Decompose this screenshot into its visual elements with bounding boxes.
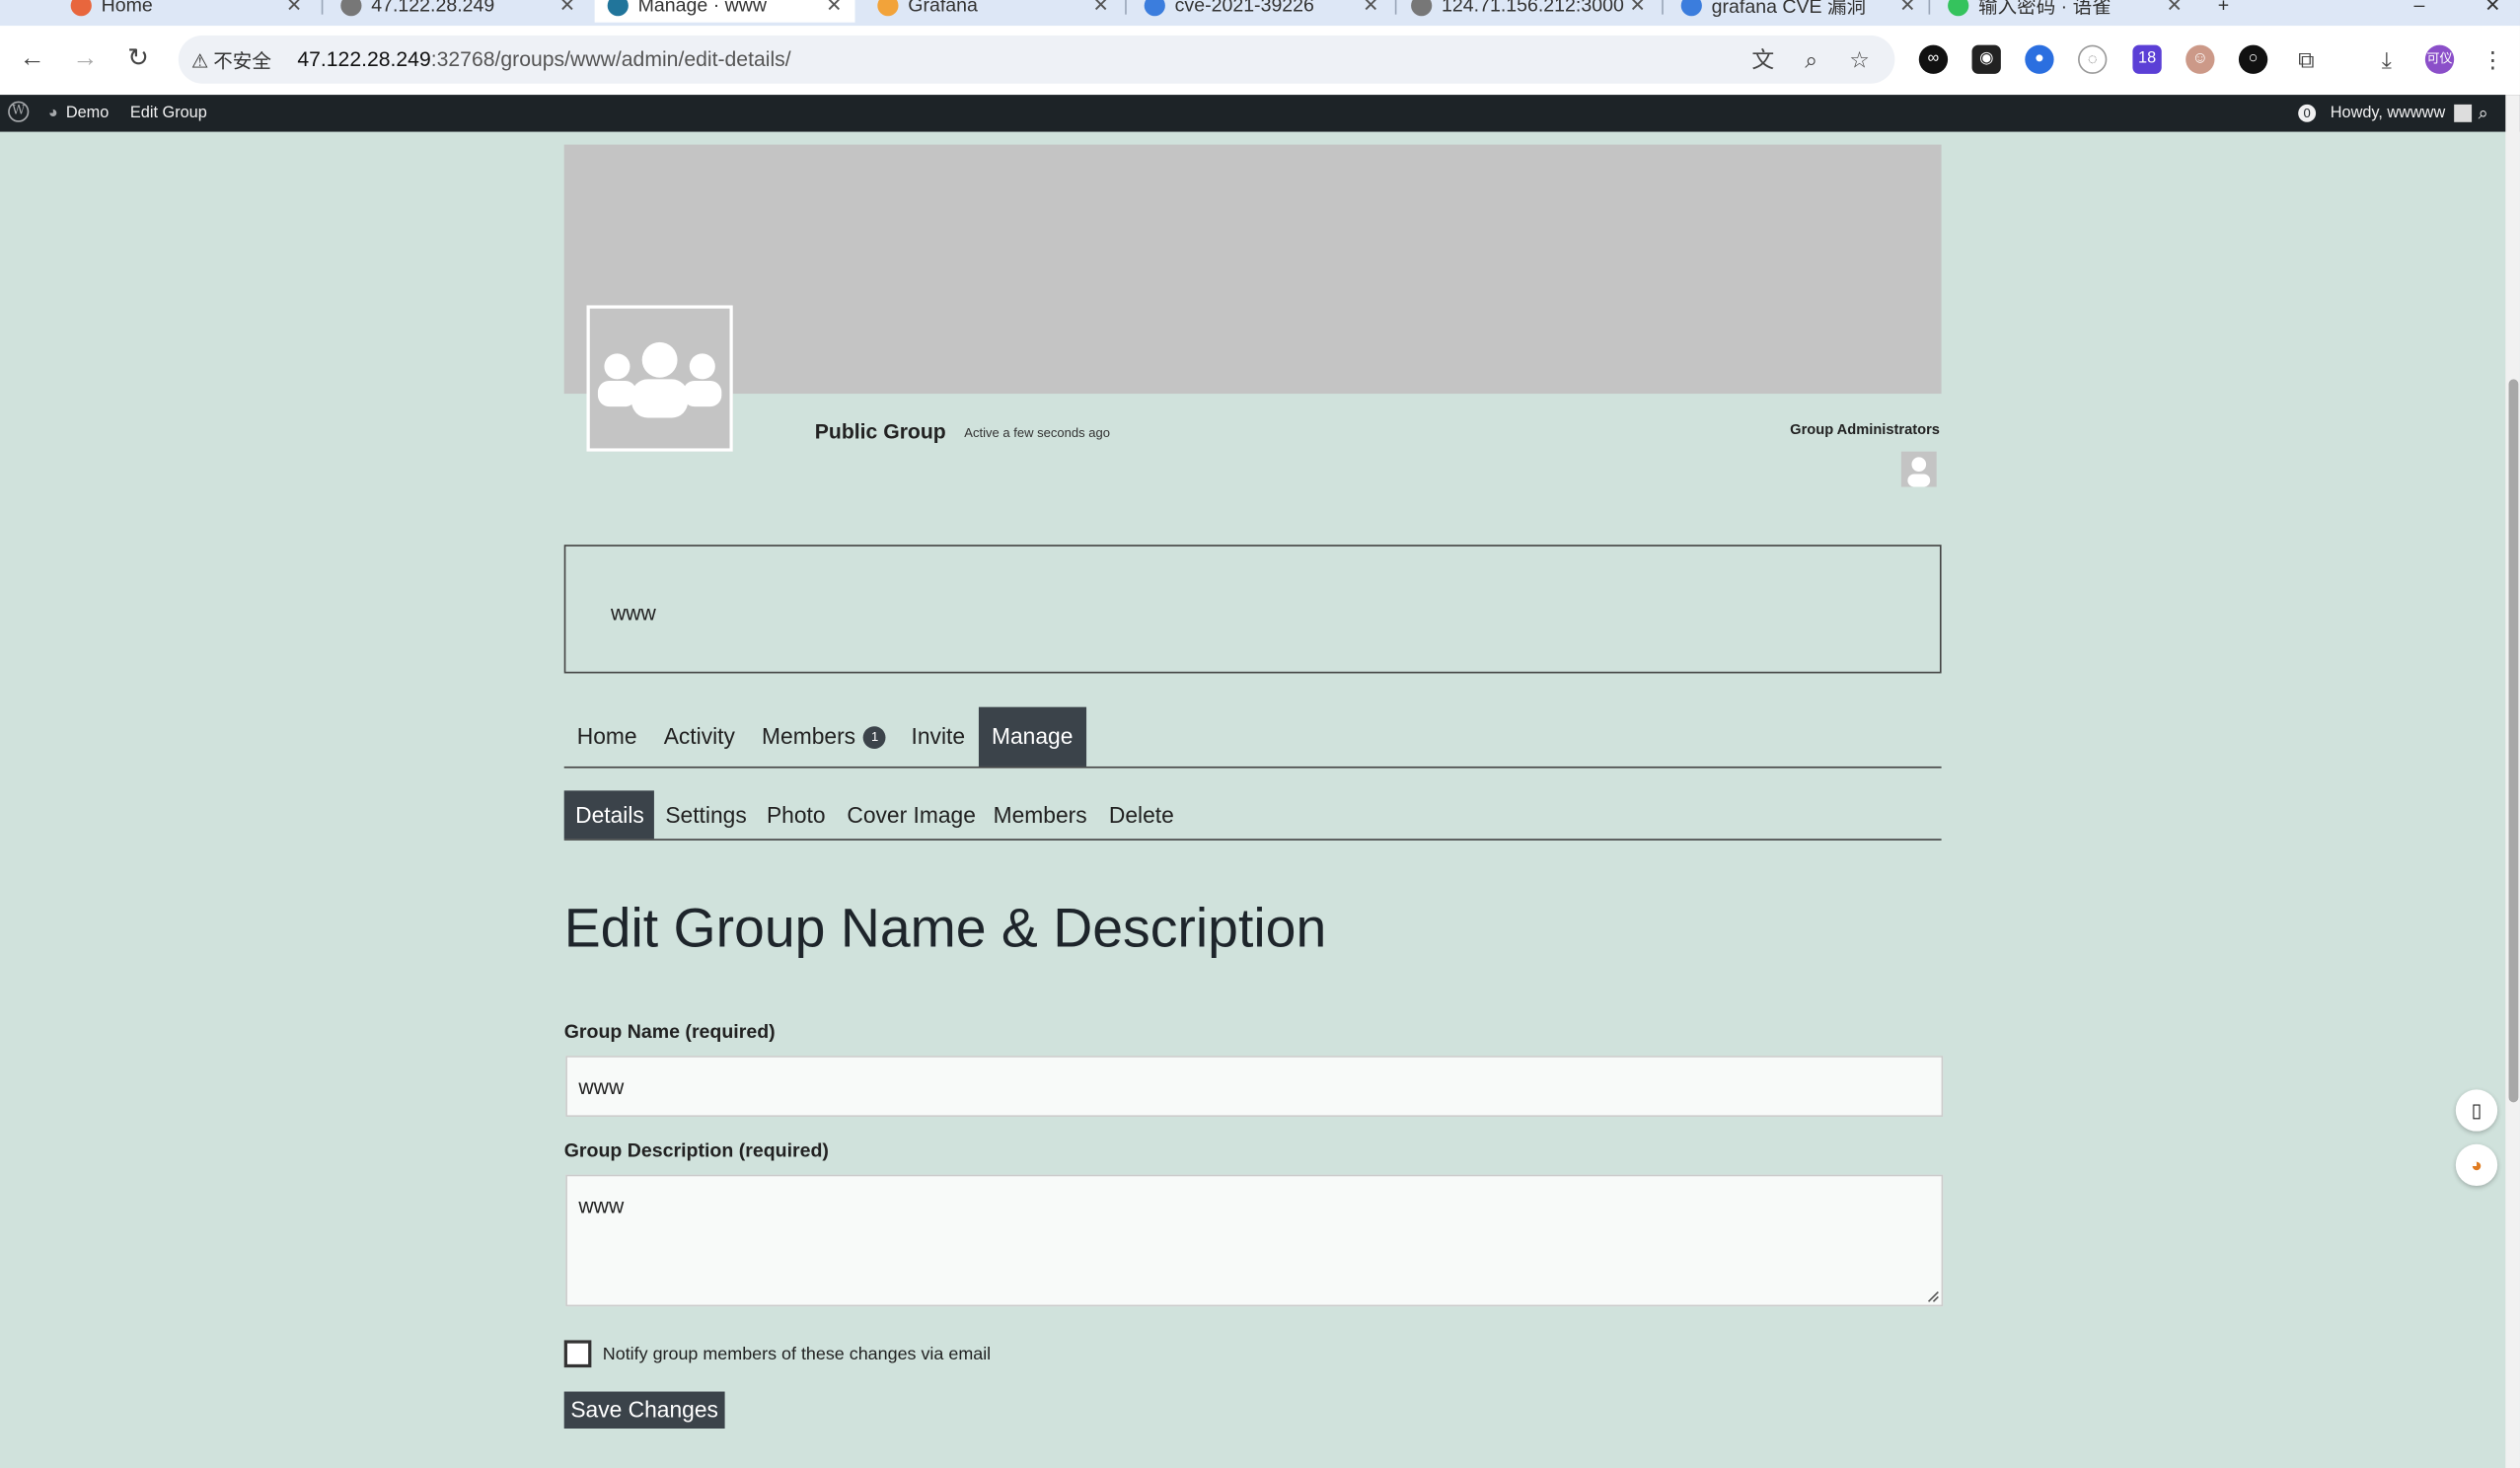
edit-group-link[interactable]: Edit Group	[130, 105, 207, 122]
tab-home[interactable]: Home ✕	[58, 0, 316, 23]
tab-cve[interactable]: cve-2021-39226 ✕	[1132, 0, 1392, 23]
extension-circle-icon[interactable]: ○	[2238, 44, 2268, 74]
browser-toolbar: ← → ↻ ⚠ 不安全 47.122.28.249:32768/groups/w…	[0, 26, 2520, 96]
save-changes-button[interactable]: Save Changes	[563, 1391, 725, 1430]
notify-members-option: Notify group members of these changes vi…	[563, 1340, 992, 1368]
security-indicator[interactable]: ⚠ 不安全	[191, 46, 271, 74]
reload-icon[interactable]: ↻	[120, 41, 156, 77]
tab-grafana-cve[interactable]: grafana CVE 漏洞 ✕	[1668, 0, 1929, 23]
zoom-icon[interactable]: ⌕	[1797, 45, 1825, 74]
warning-triangle-icon: ⚠	[190, 48, 209, 72]
site-name-link[interactable]: ◕ Demo	[48, 105, 109, 122]
member-count-badge: 1	[863, 725, 887, 749]
user-silhouette-icon	[1907, 457, 1931, 487]
subtab-photo[interactable]: Photo	[756, 790, 837, 839]
my-account-link[interactable]: Howdy, wwwww	[2331, 104, 2472, 122]
address-bar[interactable]: ⚠ 不安全 47.122.28.249:32768/groups/www/adm…	[178, 35, 1895, 84]
tab-manage[interactable]: Manage	[978, 706, 1087, 767]
extension-ghost-icon[interactable]: ◉	[1971, 44, 2001, 74]
translate-icon[interactable]: 文	[1748, 45, 1777, 74]
close-icon[interactable]: ✕	[1899, 0, 1915, 16]
download-icon[interactable]: ⤓	[2372, 44, 2402, 74]
wordpress-logo-icon[interactable]: W	[8, 101, 30, 122]
subtab-settings[interactable]: Settings	[654, 790, 758, 839]
subtab-details[interactable]: Details	[563, 790, 654, 840]
close-icon[interactable]: ✕	[559, 0, 575, 16]
group-name: Public Group	[814, 419, 946, 444]
tab-favicon-icon	[70, 0, 92, 16]
group-activity: Active a few seconds ago	[964, 425, 1111, 441]
tab-invite[interactable]: Invite	[898, 707, 978, 767]
close-icon[interactable]: ✕	[826, 0, 842, 16]
avatar	[2453, 104, 2472, 122]
page-title: Edit Group Name & Description	[563, 898, 1327, 960]
close-icon[interactable]: ✕	[1630, 0, 1646, 16]
subtab-delete[interactable]: Delete	[1097, 790, 1185, 839]
extension-chat-icon[interactable]: ●	[2025, 44, 2054, 74]
globe-icon	[340, 0, 362, 16]
notifications-link[interactable]: 0	[2298, 104, 2317, 122]
tab-ip[interactable]: 47.122.28.249 ✕	[328, 0, 588, 23]
forward-arrow-icon[interactable]: →	[67, 41, 103, 77]
group-name-label: Group Name (required)	[563, 1020, 776, 1044]
manage-sub-nav: Details Settings Photo Cover Image Membe…	[563, 790, 1942, 841]
group-cover-image	[563, 144, 1942, 395]
tab-yuque[interactable]: 输入密码 · 语雀 ✕	[1935, 0, 2195, 23]
tab-members[interactable]: Members 1	[749, 707, 899, 767]
notify-label: Notify group members of these changes vi…	[602, 1344, 992, 1364]
tab-ip-3000[interactable]: 124.71.156.212:3000 ✕	[1398, 0, 1659, 23]
group-name-input[interactable]	[565, 1056, 1944, 1118]
extensions-puzzle-icon[interactable]: ⧉	[2291, 44, 2321, 74]
close-window-button[interactable]: ✕	[2472, 0, 2520, 23]
bookmark-star-icon[interactable]: ☆	[1845, 45, 1874, 74]
browser-window: Home ✕ 47.122.28.249 ✕ Manage · www ✕ Gr…	[0, 0, 2520, 1468]
dashboard-icon: ◕	[47, 104, 58, 122]
resize-grip-icon[interactable]	[1925, 1288, 1940, 1303]
reader-book-icon[interactable]: ▯	[2455, 1089, 2498, 1132]
new-tab-button[interactable]: +	[2205, 0, 2254, 23]
group-people-icon	[597, 341, 722, 418]
group-avatar	[586, 305, 733, 452]
close-icon[interactable]: ✕	[1363, 0, 1378, 16]
search-icon[interactable]: ⌕	[2479, 105, 2488, 125]
search-favicon-icon	[1144, 0, 1165, 16]
notify-checkbox[interactable]	[563, 1340, 592, 1368]
tab-manage-active[interactable]: Manage · www ✕	[594, 0, 855, 23]
extension-glasses-icon[interactable]: ∞	[1918, 44, 1949, 74]
wp-admin-bar: W ◕ Demo Edit Group 0 Howdy, wwwww ⌕	[0, 95, 2520, 132]
group-description-label: Group Description (required)	[563, 1138, 829, 1162]
group-description-textarea[interactable]: www	[565, 1174, 1944, 1307]
scrollbar-thumb[interactable]	[2508, 379, 2519, 1103]
wordpress-favicon-icon	[607, 0, 629, 16]
minimize-button[interactable]: –	[2401, 0, 2449, 23]
admin-avatar[interactable]	[1900, 451, 1937, 487]
close-icon[interactable]: ✕	[286, 0, 302, 16]
close-icon[interactable]: ✕	[2167, 0, 2183, 16]
menu-kebab-icon[interactable]: ⋮	[2478, 44, 2507, 74]
grafana-favicon-icon	[877, 0, 899, 16]
extension-badge-icon[interactable]: 18	[2132, 44, 2162, 74]
group-main-nav: Home Activity Members 1 Invite Manage	[563, 706, 1942, 769]
subtab-cover-image[interactable]: Cover Image	[836, 790, 987, 839]
group-admins-title: Group Administrators	[1790, 420, 1940, 438]
search-favicon-icon	[1680, 0, 1702, 16]
tab-strip: Home ✕ 47.122.28.249 ✕ Manage · www ✕ Gr…	[0, 0, 2520, 27]
back-arrow-icon[interactable]: ←	[15, 41, 50, 77]
globe-icon	[1411, 0, 1433, 16]
url-text[interactable]: 47.122.28.249:32768/groups/www/admin/edi…	[297, 46, 790, 70]
profile-avatar[interactable]: 可仪	[2424, 44, 2455, 74]
tab-activity[interactable]: Activity	[651, 707, 748, 767]
yuque-favicon-icon	[1948, 0, 1969, 16]
assistant-orb-icon[interactable]: ◕	[2455, 1143, 2498, 1187]
group-description: www	[563, 545, 1942, 674]
tab-home[interactable]: Home	[564, 707, 650, 767]
close-icon[interactable]: ✕	[1092, 0, 1108, 16]
extension-bubble-icon[interactable]: ◌	[2078, 44, 2108, 74]
tab-grafana[interactable]: Grafana ✕	[864, 0, 1122, 23]
extension-avatar-icon[interactable]: ☺	[2186, 44, 2215, 74]
subtab-members[interactable]: Members	[982, 790, 1098, 839]
